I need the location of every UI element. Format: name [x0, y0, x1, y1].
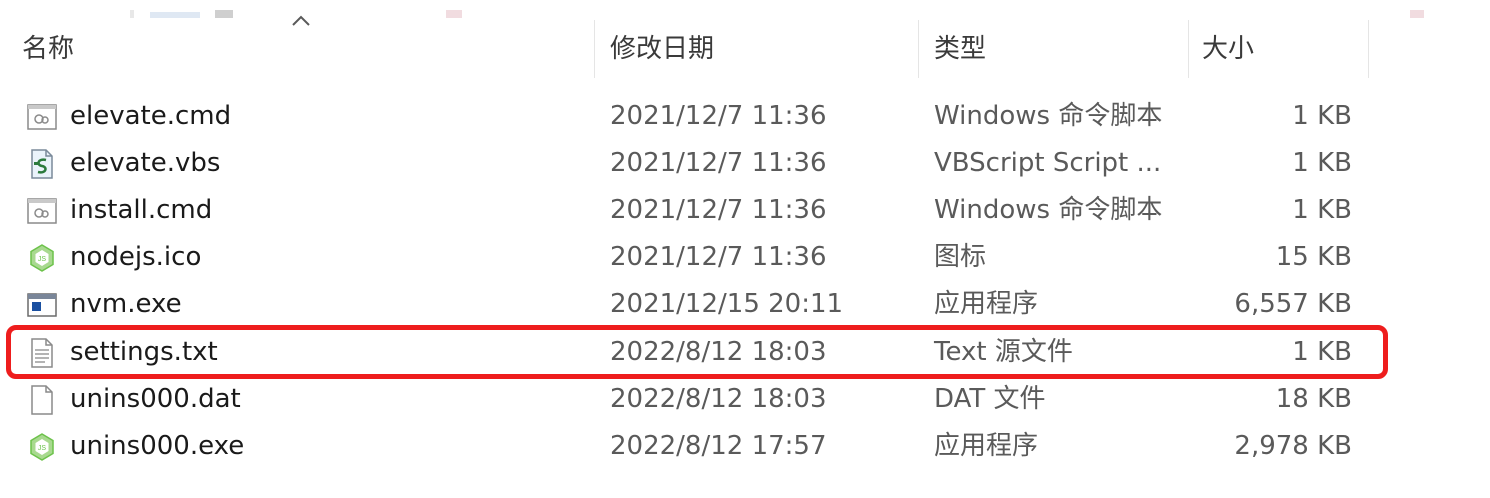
exe-window-icon	[27, 293, 57, 317]
file-name: settings.txt	[70, 337, 218, 367]
file-row[interactable]: elevate.vbs 2021/12/7 11:36 VBScript Scr…	[0, 140, 1490, 187]
toolbar-remnant	[0, 0, 1490, 20]
file-type: VBScript Script ...	[934, 148, 1162, 178]
column-header-date[interactable]: 修改日期	[610, 20, 714, 80]
toolbar-fragment	[150, 12, 200, 18]
file-type: Text 源文件	[934, 337, 1073, 367]
file-size: 15 KB	[1275, 242, 1352, 272]
blank-file-icon	[31, 385, 53, 415]
file-date: 2021/12/7 11:36	[610, 101, 827, 131]
file-name: nvm.exe	[70, 289, 182, 319]
file-row[interactable]: JS nodejs.ico 2021/12/7 11:36 图标 15 KB	[0, 234, 1490, 281]
file-name: unins000.exe	[70, 431, 245, 461]
toolbar-fragment	[130, 10, 134, 18]
file-date: 2021/12/7 11:36	[610, 195, 827, 225]
file-type: 应用程序	[934, 431, 1039, 461]
file-date: 2021/12/7 11:36	[610, 148, 827, 178]
svg-text:JS: JS	[38, 445, 47, 452]
nodejs-icon: JS	[30, 244, 54, 272]
vbs-file-icon	[31, 149, 53, 179]
file-size: 1 KB	[1292, 337, 1352, 367]
file-size: 18 KB	[1275, 384, 1352, 414]
column-header-size[interactable]: 大小	[1202, 20, 1254, 80]
svg-text:JS: JS	[38, 256, 47, 263]
cmd-file-icon	[27, 198, 57, 224]
file-name: elevate.vbs	[70, 148, 221, 178]
file-size: 1 KB	[1292, 148, 1352, 178]
file-name: nodejs.ico	[70, 242, 202, 272]
nodejs-icon: JS	[30, 433, 54, 461]
cmd-file-icon	[27, 104, 57, 130]
file-date: 2021/12/7 11:36	[610, 242, 827, 272]
file-row[interactable]: JS unins000.exe 2022/8/12 17:57 应用程序 2,9…	[0, 423, 1490, 470]
file-name: unins000.dat	[70, 384, 241, 414]
file-row[interactable]: settings.txt 2022/8/12 18:03 Text 源文件 1 …	[0, 329, 1490, 376]
file-name: elevate.cmd	[70, 101, 232, 131]
file-size: 6,557 KB	[1234, 289, 1352, 319]
file-date: 2022/8/12 18:03	[610, 337, 827, 367]
toolbar-fragment	[215, 10, 233, 18]
text-file-icon	[31, 338, 53, 368]
file-row[interactable]: unins000.dat 2022/8/12 18:03 DAT 文件 18 K…	[0, 376, 1490, 423]
file-type: Windows 命令脚本	[934, 195, 1163, 225]
file-size: 1 KB	[1292, 101, 1352, 131]
file-type: 应用程序	[934, 289, 1039, 319]
column-divider[interactable]	[1188, 20, 1189, 78]
toolbar-fragment	[446, 10, 462, 18]
column-divider[interactable]	[1368, 20, 1369, 78]
file-row[interactable]: install.cmd 2021/12/7 11:36 Windows 命令脚本…	[0, 187, 1490, 234]
file-type: DAT 文件	[934, 384, 1046, 414]
toolbar-fragment	[1410, 10, 1424, 18]
file-size: 1 KB	[1292, 195, 1352, 225]
file-date: 2022/8/12 17:57	[610, 431, 827, 461]
file-type: 图标	[934, 242, 987, 272]
column-divider[interactable]	[918, 20, 919, 78]
column-header-row: 名称 修改日期 类型 大小	[0, 20, 1490, 80]
file-name: install.cmd	[70, 195, 213, 225]
column-header-type[interactable]: 类型	[934, 20, 986, 80]
file-type: Windows 命令脚本	[934, 101, 1163, 131]
file-date: 2021/12/15 20:11	[610, 289, 844, 319]
file-row[interactable]: elevate.cmd 2021/12/7 11:36 Windows 命令脚本…	[0, 93, 1490, 140]
column-header-name[interactable]: 名称	[22, 20, 74, 80]
column-divider[interactable]	[594, 20, 595, 78]
file-row[interactable]: nvm.exe 2021/12/15 20:11 应用程序 6,557 KB	[0, 281, 1490, 328]
file-size: 2,978 KB	[1234, 431, 1352, 461]
file-date: 2022/8/12 18:03	[610, 384, 827, 414]
